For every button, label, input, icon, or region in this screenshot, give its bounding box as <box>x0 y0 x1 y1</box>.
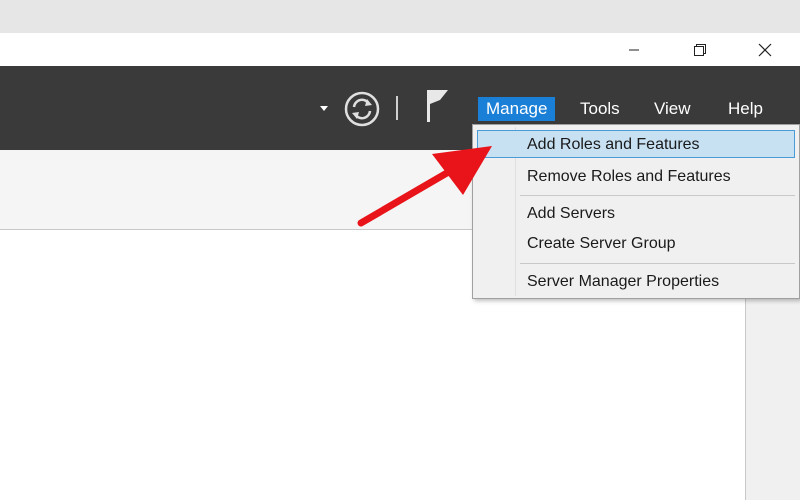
red-arrow-icon <box>357 146 492 227</box>
annotation-arrow-layer <box>357 146 492 227</box>
